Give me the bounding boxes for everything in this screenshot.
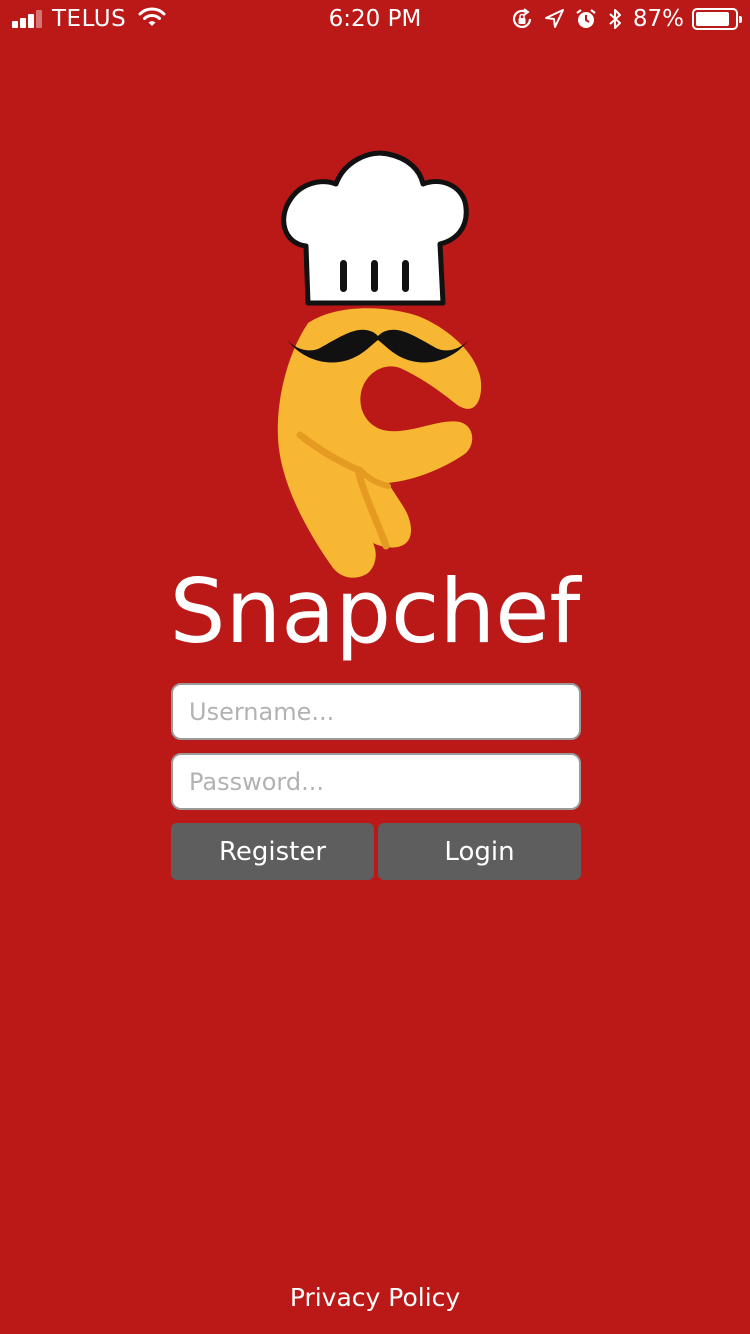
app-title: Snapchef — [169, 560, 581, 663]
username-input[interactable] — [171, 683, 581, 740]
battery-icon — [692, 8, 742, 30]
chef-hand-logo — [268, 148, 488, 583]
status-bar-right: 87% — [501, 6, 742, 32]
status-bar: TELUS 6:20 PM 87% — [0, 0, 750, 40]
location-icon — [543, 8, 565, 30]
password-input[interactable] — [171, 753, 581, 810]
alarm-icon — [575, 8, 597, 30]
login-button[interactable]: Login — [378, 823, 581, 880]
register-button[interactable]: Register — [171, 823, 374, 880]
battery-percent: 87% — [632, 6, 684, 32]
privacy-policy-link[interactable]: Privacy Policy — [0, 1283, 750, 1312]
bluetooth-icon — [607, 7, 623, 31]
rotation-lock-icon — [511, 8, 533, 30]
